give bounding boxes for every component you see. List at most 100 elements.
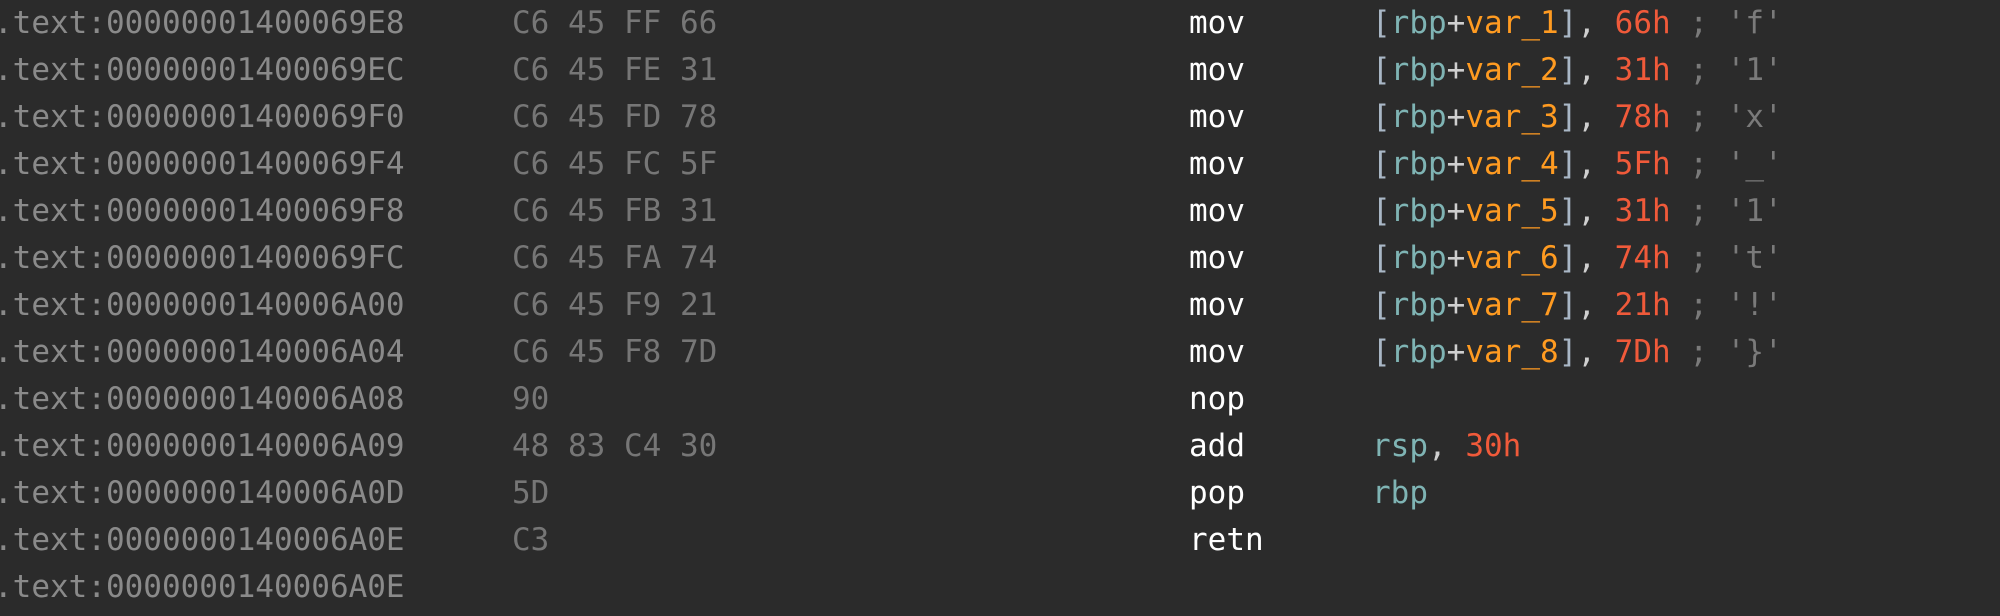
- operand-register[interactable]: rbp: [1391, 5, 1447, 41]
- opcode-bytes: 48 83 C4 30: [512, 428, 718, 464]
- opcode-bytes: C6 45 FD 78: [512, 99, 718, 135]
- mnemonic[interactable]: mov: [1189, 141, 1245, 188]
- line-comment: ; '1': [1670, 52, 1783, 88]
- address-label[interactable]: .text:0000000140006A09: [0, 423, 405, 470]
- operands[interactable]: rbp: [1372, 470, 1428, 517]
- operand-immediate[interactable]: 30h: [1465, 428, 1521, 464]
- operands[interactable]: [rbp+var_3], 78h ; 'x': [1372, 94, 1783, 141]
- operand-variable[interactable]: var_8: [1465, 334, 1558, 370]
- address-label[interactable]: .text:00000001400069EC: [0, 47, 405, 94]
- operand-variable[interactable]: var_4: [1465, 146, 1558, 182]
- disasm-line[interactable]: .text:0000000140006A0E: [0, 564, 2000, 611]
- operand-comma: ,: [1577, 287, 1615, 323]
- operand-immediate[interactable]: 31h: [1615, 52, 1671, 88]
- operand-immediate[interactable]: 31h: [1615, 193, 1671, 229]
- line-comment: ; 'f': [1670, 5, 1783, 41]
- line-comment: ; '}': [1670, 334, 1783, 370]
- address-label[interactable]: .text:00000001400069F0: [0, 94, 405, 141]
- operands[interactable]: [rbp+var_7], 21h ; '!': [1372, 282, 1783, 329]
- operand-immediate[interactable]: 78h: [1615, 99, 1671, 135]
- line-comment: ; '!': [1670, 287, 1783, 323]
- disasm-line[interactable]: .text:00000001400069EC C6 45 FE 31 mov [rbp…: [0, 47, 2000, 94]
- operand-comma: ,: [1577, 240, 1615, 276]
- operands[interactable]: [rbp+var_4], 5Fh ; '_': [1372, 141, 1783, 188]
- disasm-line[interactable]: .text:00000001400069FC C6 45 FA 74 mov [rbp…: [0, 235, 2000, 282]
- disasm-line[interactable]: .text:00000001400069F0 C6 45 FD 78 mov [rbp…: [0, 94, 2000, 141]
- operand-register[interactable]: rbp: [1391, 52, 1447, 88]
- operand-bracket-close: ]: [1558, 99, 1578, 135]
- disasm-line[interactable]: .text:0000000140006A09 48 83 C4 30 add rsp,…: [0, 423, 2000, 470]
- mnemonic[interactable]: mov: [1189, 329, 1245, 376]
- operand-bracket-open: [: [1372, 146, 1391, 182]
- operand-immediate[interactable]: 5Fh: [1615, 146, 1671, 182]
- operand-variable[interactable]: var_2: [1465, 52, 1558, 88]
- mnemonic[interactable]: mov: [1189, 94, 1245, 141]
- operand-register[interactable]: rbp: [1391, 240, 1447, 276]
- operands[interactable]: [rbp+var_2], 31h ; '1': [1372, 47, 1783, 94]
- operand-plus: +: [1446, 193, 1466, 229]
- operand-register[interactable]: rbp: [1391, 287, 1447, 323]
- operand-variable[interactable]: var_1: [1465, 5, 1558, 41]
- operand-register[interactable]: rbp: [1391, 193, 1447, 229]
- operands[interactable]: [rbp+var_6], 74h ; 't': [1372, 235, 1783, 282]
- mnemonic[interactable]: mov: [1189, 188, 1245, 235]
- address-label[interactable]: .text:0000000140006A08: [0, 376, 405, 423]
- operands[interactable]: [rbp+var_1], 66h ; 'f': [1372, 0, 1783, 47]
- address-label[interactable]: .text:00000001400069F8: [0, 188, 405, 235]
- address-label[interactable]: .text:00000001400069FC: [0, 235, 405, 282]
- mnemonic[interactable]: mov: [1189, 47, 1245, 94]
- address-label[interactable]: .text:00000001400069E8: [0, 0, 405, 47]
- address-label[interactable]: .text:0000000140006A04: [0, 329, 405, 376]
- opcode-bytes: C6 45 F8 7D: [512, 334, 718, 370]
- operands[interactable]: rsp, 30h: [1372, 423, 1521, 470]
- operands[interactable]: [rbp+var_5], 31h ; '1': [1372, 188, 1783, 235]
- mnemonic[interactable]: mov: [1189, 0, 1245, 47]
- operand-immediate[interactable]: 74h: [1615, 240, 1671, 276]
- disasm-line[interactable]: .text:0000000140006A00 C6 45 F9 21 mov [rbp…: [0, 282, 2000, 329]
- address-label[interactable]: .text:00000001400069F4: [0, 141, 405, 188]
- mnemonic[interactable]: nop: [1189, 376, 1245, 423]
- operand-variable[interactable]: var_3: [1465, 99, 1558, 135]
- address-label[interactable]: .text:0000000140006A0D: [0, 470, 405, 517]
- operand-bracket-close: ]: [1558, 5, 1578, 41]
- operand-variable[interactable]: var_5: [1465, 193, 1558, 229]
- line-comment: ; '1': [1670, 193, 1783, 229]
- operand-register[interactable]: rbp: [1391, 99, 1447, 135]
- disasm-line[interactable]: .text:00000001400069F8 C6 45 FB 31 mov [rbp…: [0, 188, 2000, 235]
- disasm-line[interactable]: .text:00000001400069E8 C6 45 FF 66 mov [rbp…: [0, 0, 2000, 47]
- address-label[interactable]: .text:0000000140006A0E: [0, 564, 405, 611]
- disasm-line[interactable]: .text:0000000140006A08 90 nop: [0, 376, 2000, 423]
- operand-register[interactable]: rbp: [1391, 146, 1447, 182]
- operand-immediate[interactable]: 7Dh: [1615, 334, 1671, 370]
- operand-immediate[interactable]: 21h: [1615, 287, 1671, 323]
- operand-bracket-open: [: [1372, 287, 1391, 323]
- operand-bracket-open: [: [1372, 52, 1391, 88]
- address-label[interactable]: .text:0000000140006A00: [0, 282, 405, 329]
- mnemonic[interactable]: add: [1189, 423, 1245, 470]
- operand-bracket-open: [: [1372, 193, 1391, 229]
- operand-register[interactable]: rsp: [1372, 428, 1428, 464]
- line-comment: ; 'x': [1670, 99, 1783, 135]
- address-label[interactable]: .text:0000000140006A0E: [0, 517, 405, 564]
- operand-bracket-open: [: [1372, 5, 1391, 41]
- mnemonic[interactable]: retn: [1189, 517, 1264, 564]
- disasm-line[interactable]: .text:0000000140006A0E C3 retn: [0, 517, 2000, 564]
- disasm-line[interactable]: .text:0000000140006A04 C6 45 F8 7D mov [rbp…: [0, 329, 2000, 376]
- line-comment: ; 't': [1670, 240, 1783, 276]
- disasm-line[interactable]: .text:0000000140006A0D 5D pop rbp: [0, 470, 2000, 517]
- opcode-bytes: 90: [512, 381, 550, 417]
- operand-register[interactable]: rbp: [1372, 475, 1428, 511]
- operand-comma: ,: [1577, 99, 1615, 135]
- mnemonic[interactable]: mov: [1189, 235, 1245, 282]
- operand-register[interactable]: rbp: [1391, 334, 1447, 370]
- operand-plus: +: [1446, 52, 1466, 88]
- mnemonic[interactable]: pop: [1189, 470, 1245, 517]
- operand-immediate[interactable]: 66h: [1615, 5, 1671, 41]
- disasm-line[interactable]: .text:00000001400069F4 C6 45 FC 5F mov [rbp…: [0, 141, 2000, 188]
- mnemonic[interactable]: mov: [1189, 282, 1245, 329]
- operand-variable[interactable]: var_7: [1465, 287, 1558, 323]
- operand-variable[interactable]: var_6: [1465, 240, 1558, 276]
- operand-comma: ,: [1577, 146, 1615, 182]
- disassembly-view[interactable]: .text:00000001400069E8 C6 45 FF 66 mov [rbp…: [0, 0, 2000, 616]
- operands[interactable]: [rbp+var_8], 7Dh ; '}': [1372, 329, 1783, 376]
